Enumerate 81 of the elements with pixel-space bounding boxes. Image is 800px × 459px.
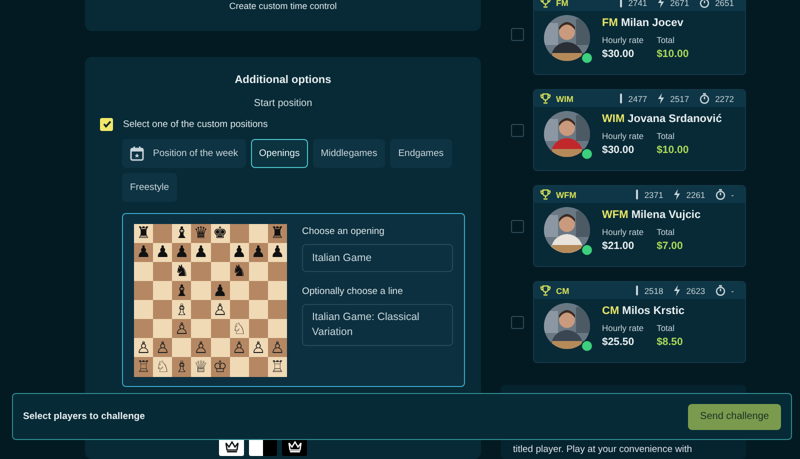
hourly-rate-label: Hourly rate xyxy=(602,322,644,332)
title-label: CM xyxy=(556,286,570,296)
calendar-icon xyxy=(130,146,144,161)
total-value: $10.00 xyxy=(656,48,689,60)
section-title: Additional options xyxy=(234,74,332,86)
category-tab[interactable]: Position of the week xyxy=(122,138,246,168)
player-checkbox[interactable] xyxy=(511,28,524,40)
bullet-rating: 2371 xyxy=(644,190,664,200)
player-card[interactable]: WFM 2371 2261 - WFM Milena Vujcic Hourly rate $21.00 Total $7.00 xyxy=(533,185,746,267)
trophy-icon xyxy=(540,0,551,8)
player-checkbox[interactable] xyxy=(511,316,524,328)
custom-positions-checkbox[interactable] xyxy=(100,118,113,131)
player-name: Milan Jocev xyxy=(620,16,684,28)
opening-label: Choose an opening xyxy=(302,226,386,237)
bullet-icon xyxy=(635,189,640,200)
line-label: Optionally choose a line xyxy=(302,286,404,297)
player-title: CM xyxy=(602,304,620,316)
hourly-rate-value: $30.00 xyxy=(602,144,636,156)
info-text: titled player. Play at your convenience with xyxy=(513,444,692,455)
blitz-rating: 2517 xyxy=(670,94,690,104)
bullet-icon xyxy=(635,285,640,296)
send-challenge-button[interactable]: Send challenge xyxy=(688,404,781,430)
title-label: WIM xyxy=(556,94,574,104)
blitz-rating: 2623 xyxy=(686,286,706,296)
category-tab[interactable]: Middlegames xyxy=(312,138,386,168)
total-value: $8.50 xyxy=(656,336,683,348)
stopwatch-icon xyxy=(715,189,726,200)
stopwatch-icon xyxy=(699,93,710,104)
board-square[interactable] xyxy=(153,224,172,243)
player-card[interactable]: CM 2518 2623 - CM Milos Krstic Hourly rate $25.50 Total $8.50 xyxy=(533,281,746,363)
player-name: Jovana Srdanović xyxy=(628,112,722,124)
custom-positions-label: Select one of the custom positions xyxy=(123,118,268,130)
opening-field[interactable]: Italian Game xyxy=(302,244,453,272)
player-checkbox[interactable] xyxy=(511,220,524,232)
hourly-rate-value: $30.00 xyxy=(602,48,636,60)
start-position-label: Start position xyxy=(252,98,314,109)
player-name: Milos Krstic xyxy=(622,304,685,316)
total-label: Total xyxy=(656,322,676,332)
bullet-icon xyxy=(619,0,624,8)
line-field[interactable]: Italian Game: Classical Variation xyxy=(302,304,453,346)
stopwatch-icon xyxy=(715,285,726,296)
lightning-icon xyxy=(657,93,666,104)
bullet-icon xyxy=(619,93,624,104)
board-square[interactable] xyxy=(230,224,249,243)
rapid-rating: 2272 xyxy=(715,94,734,104)
lightning-icon xyxy=(673,285,682,296)
lightning-icon xyxy=(657,0,666,8)
trophy-icon xyxy=(540,189,551,200)
rapid-rating: - xyxy=(731,190,734,200)
total-value: $7.00 xyxy=(656,240,683,252)
rapid-rating: - xyxy=(731,286,734,296)
player-title: WFM xyxy=(602,208,628,220)
player-name: Milena Vujcic xyxy=(631,208,701,220)
stopwatch-icon xyxy=(699,0,710,8)
hourly-rate-label: Hourly rate xyxy=(602,226,644,236)
total-label: Total xyxy=(656,226,676,236)
title-label: WFM xyxy=(556,190,576,200)
lightning-icon xyxy=(673,189,682,200)
bullet-rating: 2518 xyxy=(644,286,664,296)
hourly-rate-value: $21.00 xyxy=(602,240,636,252)
category-tab[interactable]: Endgames xyxy=(390,138,452,168)
trophy-icon xyxy=(540,93,551,104)
challenge-label: Select players to challenge xyxy=(23,411,145,422)
board-square[interactable] xyxy=(248,224,268,243)
trophy-icon xyxy=(540,285,551,296)
player-title: WIM xyxy=(602,112,625,124)
category-tab[interactable]: Openings xyxy=(251,138,308,168)
custom-time-control-link[interactable]: Create custom time control xyxy=(229,1,337,11)
hourly-rate-label: Hourly rate xyxy=(602,130,644,140)
total-label: Total xyxy=(656,130,676,140)
total-label: Total xyxy=(656,34,676,44)
bullet-rating: 2477 xyxy=(628,94,648,104)
player-card[interactable]: WIM 2477 2517 2272 WIM Jovana Srdanović Hourly rate $30.00 Total $10.00 xyxy=(533,89,746,171)
category-tab[interactable]: Freestyle xyxy=(122,172,178,202)
hourly-rate-label: Hourly rate xyxy=(602,34,644,44)
total-value: $10.00 xyxy=(656,144,689,156)
player-title: FM xyxy=(602,16,618,28)
player-checkbox[interactable] xyxy=(511,124,524,136)
hourly-rate-value: $25.50 xyxy=(602,336,636,348)
blitz-rating: 2261 xyxy=(686,190,706,200)
title-label: FM xyxy=(556,0,568,8)
